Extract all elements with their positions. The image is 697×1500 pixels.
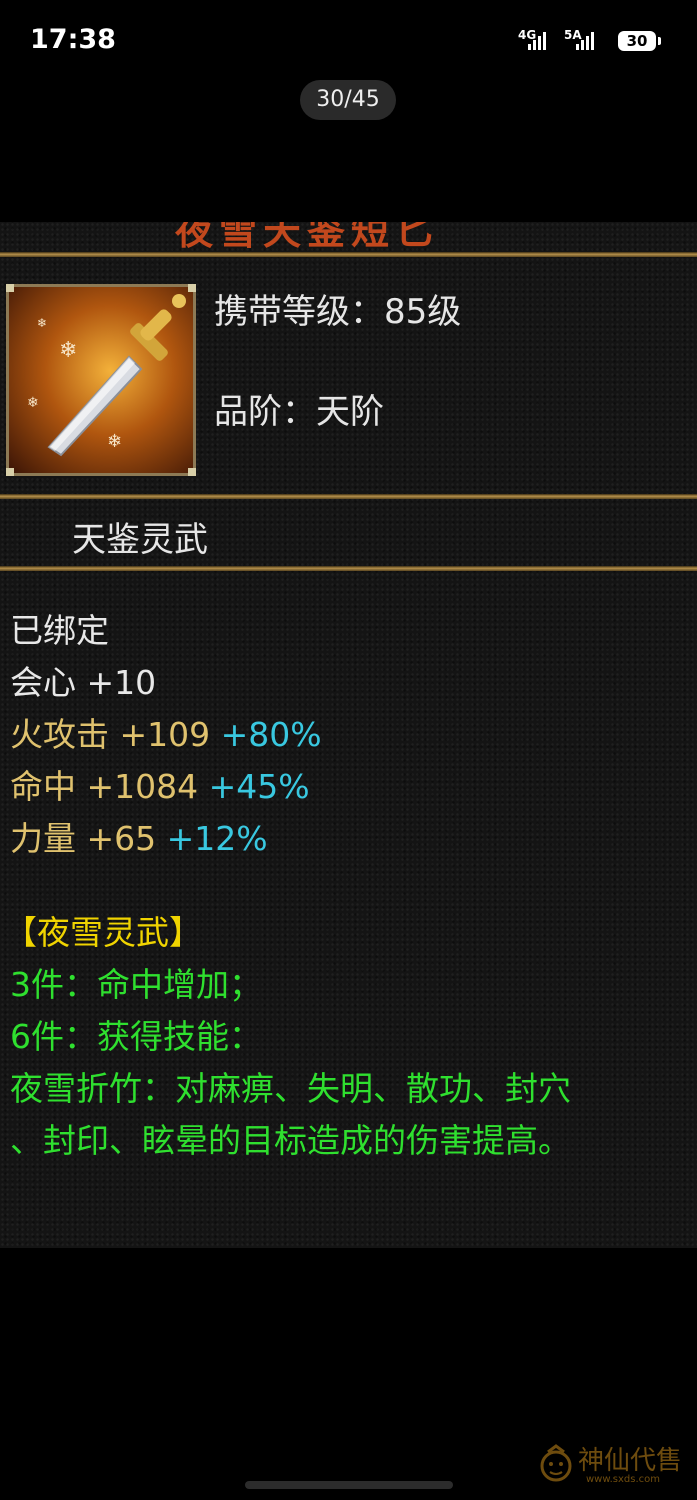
divider xyxy=(0,252,697,257)
stat-name: 火攻击 xyxy=(10,715,109,754)
stat-row: 命中 +1084 +45% xyxy=(10,760,310,808)
battery-icon: 30 xyxy=(618,31,656,51)
status-bar: 17:38 4G 5A 30 xyxy=(0,0,697,80)
item-title: 夜雪天鉴短匕 xyxy=(175,222,440,253)
carry-level-label: 携带等级： xyxy=(214,292,384,332)
stat-value: +65 xyxy=(86,819,157,858)
carry-level: 携带等级：85级 xyxy=(214,284,461,333)
stat-value: +1084 xyxy=(86,767,199,806)
stat-name: 命中 xyxy=(10,767,76,806)
set-line: 6件：获得技能： xyxy=(10,1017,262,1056)
stat-bonus: +45% xyxy=(208,767,310,806)
stat-row: 会心 +10 xyxy=(10,656,156,704)
watermark-url: www.sxds.com xyxy=(586,1474,661,1485)
item-tooltip-image: 夜雪天鉴短匕 ❄ ❄ ❄ ❄ 携带等级：85级 品阶：天阶 天鉴灵武 已绑定 会… xyxy=(0,222,697,1248)
signal-icon xyxy=(528,32,546,50)
set-name: 【夜雪灵武】 xyxy=(4,913,202,952)
grade: 品阶：天阶 xyxy=(214,384,384,433)
dagger-icon: ❄ ❄ ❄ ❄ xyxy=(6,284,196,476)
stat-bonus: +12% xyxy=(166,819,268,858)
image-counter: 30/45 xyxy=(300,80,396,120)
set-line: 3件：命中增加； xyxy=(10,965,262,1004)
svg-text:❄: ❄ xyxy=(37,316,47,330)
stat-name: 力量 xyxy=(10,819,76,858)
svg-text:❄: ❄ xyxy=(59,338,77,363)
battery-tip xyxy=(658,37,661,45)
set-line: 、封印、眩晕的目标造成的伤害提高。 xyxy=(10,1121,571,1160)
grade-value: 天阶 xyxy=(316,392,384,432)
home-indicator[interactable] xyxy=(245,1481,453,1489)
grade-label: 品阶： xyxy=(214,392,316,432)
clock: 17:38 xyxy=(30,24,116,55)
stat-row: 力量 +65 +12% xyxy=(10,812,268,860)
carry-level-value: 85级 xyxy=(384,292,462,332)
watermark-logo: 神仙代售 www.sxds.com xyxy=(538,1440,688,1488)
stat-bonus: +80% xyxy=(220,715,322,754)
item-name: 天鉴灵武 xyxy=(72,520,208,560)
stat-name: 会心 xyxy=(10,663,76,702)
divider xyxy=(0,566,697,571)
watermark-text: 神仙代售 xyxy=(578,1446,683,1476)
stat-value: +10 xyxy=(86,663,157,702)
svg-text:❄: ❄ xyxy=(107,431,122,452)
set-line: 夜雪折竹：对麻痹、失明、散功、封穴 xyxy=(10,1069,571,1108)
stat-row: 火攻击 +109 +80% xyxy=(10,708,322,756)
stat-value: +109 xyxy=(119,715,211,754)
divider xyxy=(0,494,697,499)
svg-text:❄: ❄ xyxy=(27,395,39,411)
signal-icon-2 xyxy=(576,32,594,50)
bound-status: 已绑定 xyxy=(10,611,109,650)
